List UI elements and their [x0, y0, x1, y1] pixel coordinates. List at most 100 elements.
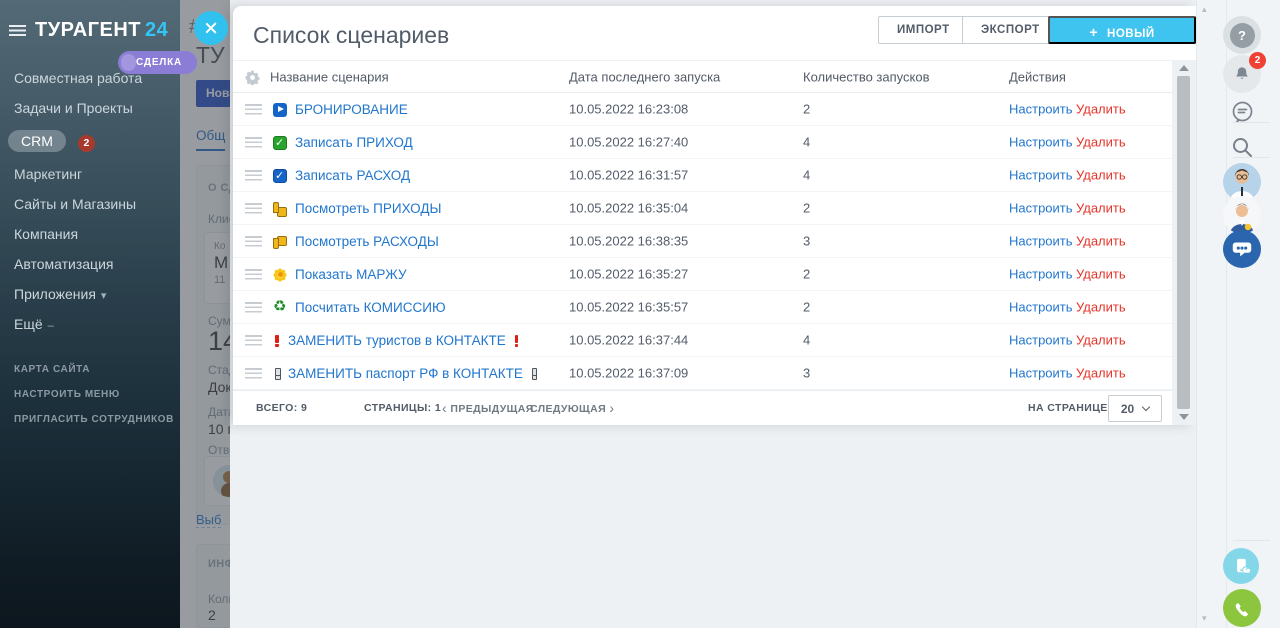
sidebar-menu-item[interactable]: Ещё–	[0, 309, 180, 339]
scenario-name-cell: Посчитать КОМИССИЮ	[273, 291, 446, 324]
run-count: 2	[803, 201, 810, 216]
chevron-down-icon: –	[48, 320, 54, 332]
pages-label: СТРАНИЦЫ:	[364, 402, 432, 414]
last-run-date: 10.05.2022 16:35:57	[569, 300, 688, 315]
help-button[interactable]: ?	[1223, 16, 1261, 54]
mobile-app-button[interactable]	[1223, 548, 1259, 584]
rail-collapse-down-icon[interactable]: ▾	[1202, 613, 1207, 624]
rail-collapse-up-icon[interactable]: ▴	[1202, 4, 1207, 15]
notifications-button[interactable]: 2	[1223, 55, 1261, 93]
column-header-name[interactable]: Название сценария	[270, 69, 389, 84]
rail-divider	[1233, 540, 1270, 541]
rail-divider	[1233, 157, 1270, 158]
drag-handle-icon[interactable]	[245, 137, 262, 148]
close-slider-button[interactable]	[194, 11, 228, 45]
sidebar-menu-item[interactable]: CRM2	[0, 123, 180, 159]
messenger-button[interactable]	[1223, 93, 1261, 131]
sidebar-menu-item[interactable]: Компания	[0, 219, 180, 249]
next-page-link[interactable]: СЛЕДУЮЩАЯ ›	[530, 400, 614, 416]
column-header-actions: Действия	[1009, 69, 1066, 84]
configure-link[interactable]: Настроить	[1009, 201, 1073, 216]
scenario-name-link[interactable]: ЗАМЕНИТЬ туристов в КОНТАКТЕ	[288, 333, 506, 348]
scenario-name-link[interactable]: Посчитать КОМИССИЮ	[295, 300, 446, 315]
configure-link[interactable]: Настроить	[1009, 333, 1073, 348]
group-chat-button[interactable]	[1223, 230, 1261, 268]
scenario-icon	[273, 367, 280, 381]
drag-handle-icon[interactable]	[245, 236, 262, 247]
scenario-name-cell: Записать ПРИХОД	[273, 126, 413, 159]
scenario-name-link[interactable]: Посмотреть РАСХОДЫ	[295, 234, 439, 249]
delete-link[interactable]: Удалить	[1076, 135, 1126, 150]
export-button[interactable]: ЭКСПОРТ	[962, 16, 1059, 44]
scenario-icon	[273, 235, 287, 249]
new-scenario-button[interactable]: +НОВЫЙ СЦЕНАРИЙ	[1048, 16, 1196, 44]
scrollbar-thumb[interactable]	[1177, 76, 1190, 409]
scenario-name-link[interactable]: Посмотреть ПРИХОДЫ	[295, 201, 441, 216]
chevron-right-icon: ›	[609, 400, 614, 416]
sidebar-footer-link[interactable]: КАРТА САЙТА	[0, 357, 180, 382]
sidebar-footer-link[interactable]: ПРИГЛАСИТЬ СОТРУДНИКОВ	[0, 407, 180, 432]
configure-link[interactable]: Настроить	[1009, 366, 1073, 381]
pages-value: 1	[435, 402, 441, 414]
grid-settings-gear-icon[interactable]	[245, 70, 260, 90]
table-row: Записать РАСХОД 10.05.2022 16:31:57 4 На…	[233, 159, 1172, 192]
right-toolbar: ▴ ▾ ? 2	[1196, 0, 1280, 628]
delete-link[interactable]: Удалить	[1076, 201, 1126, 216]
search-button[interactable]	[1223, 128, 1261, 166]
configure-link[interactable]: Настроить	[1009, 135, 1073, 150]
drag-handle-icon[interactable]	[245, 335, 262, 346]
per-page-select[interactable]: 20	[1108, 395, 1162, 422]
import-button[interactable]: ИМПОРТ	[878, 16, 969, 44]
configure-link[interactable]: Настроить	[1009, 300, 1073, 315]
sidebar-menu-item[interactable]: Маркетинг	[0, 159, 180, 189]
previous-page-link[interactable]: ‹ ПРЕДЫДУЩАЯ	[442, 400, 534, 416]
total-count: ВСЕГО: 9	[256, 402, 307, 414]
drag-handle-icon[interactable]	[245, 203, 262, 214]
hamburger-menu-icon[interactable]	[9, 25, 26, 36]
scroll-up-arrow[interactable]	[1179, 65, 1189, 71]
table-row: Показать МАРЖУ 10.05.2022 16:35:27 2 Нас…	[233, 258, 1172, 291]
scenario-name-link[interactable]: ЗАМЕНИТЬ паспорт РФ в КОНТАКТЕ	[288, 366, 523, 381]
last-run-date: 10.05.2022 16:37:44	[569, 333, 688, 348]
table-header-row: Название сценария Дата последнего запуск…	[233, 60, 1172, 93]
scenario-name-link[interactable]: Показать МАРЖУ	[295, 267, 407, 282]
delete-link[interactable]: Удалить	[1076, 366, 1126, 381]
configure-link[interactable]: Настроить	[1009, 234, 1073, 249]
scenario-icon	[273, 103, 287, 117]
next-label: СЛЕДУЮЩАЯ	[530, 403, 606, 415]
delete-link[interactable]: Удалить	[1076, 267, 1126, 282]
configure-link[interactable]: Настроить	[1009, 267, 1073, 282]
user-avatar-2[interactable]	[1223, 196, 1261, 234]
scroll-down-arrow[interactable]	[1179, 414, 1189, 420]
sidebar-menu-item[interactable]: Задачи и Проекты	[0, 93, 180, 123]
delete-link[interactable]: Удалить	[1076, 168, 1126, 183]
delete-link[interactable]: Удалить	[1076, 102, 1126, 117]
drag-handle-icon[interactable]	[245, 368, 262, 379]
configure-link[interactable]: Настроить	[1009, 102, 1073, 117]
sidebar-footer-link[interactable]: НАСТРОИТЬ МЕНЮ	[0, 382, 180, 407]
drag-handle-icon[interactable]	[245, 104, 262, 115]
drag-handle-icon[interactable]	[245, 302, 262, 313]
column-header-last-run[interactable]: Дата последнего запуска	[569, 69, 720, 84]
last-run-date: 10.05.2022 16:27:40	[569, 135, 688, 150]
sidebar-footer-label: НАСТРОИТЬ МЕНЮ	[14, 389, 120, 400]
sidebar-item-label: Компания	[14, 226, 78, 242]
run-count: 3	[803, 366, 810, 381]
delete-link[interactable]: Удалить	[1076, 300, 1126, 315]
configure-link[interactable]: Настроить	[1009, 168, 1073, 183]
slider-overlay[interactable]	[180, 0, 230, 628]
drag-handle-icon[interactable]	[245, 269, 262, 280]
scenario-name-link[interactable]: Записать РАСХОД	[295, 168, 410, 183]
chevron-left-icon: ‹	[442, 400, 447, 416]
brand-logo[interactable]: ТУРАГЕНТ24	[35, 19, 168, 42]
delete-link[interactable]: Удалить	[1076, 333, 1126, 348]
sidebar-menu-item[interactable]: Сайты и Магазины	[0, 189, 180, 219]
drag-handle-icon[interactable]	[245, 170, 262, 181]
column-header-run-count[interactable]: Количество запусков	[803, 69, 929, 84]
delete-link[interactable]: Удалить	[1076, 234, 1126, 249]
sidebar-menu-item[interactable]: Автоматизация	[0, 249, 180, 279]
sidebar-menu-item[interactable]: Приложения▾	[0, 279, 180, 309]
scenario-name-link[interactable]: Записать ПРИХОД	[295, 135, 413, 150]
scenario-name-link[interactable]: БРОНИРОВАНИЕ	[295, 102, 408, 117]
telephony-button[interactable]	[1223, 589, 1261, 627]
